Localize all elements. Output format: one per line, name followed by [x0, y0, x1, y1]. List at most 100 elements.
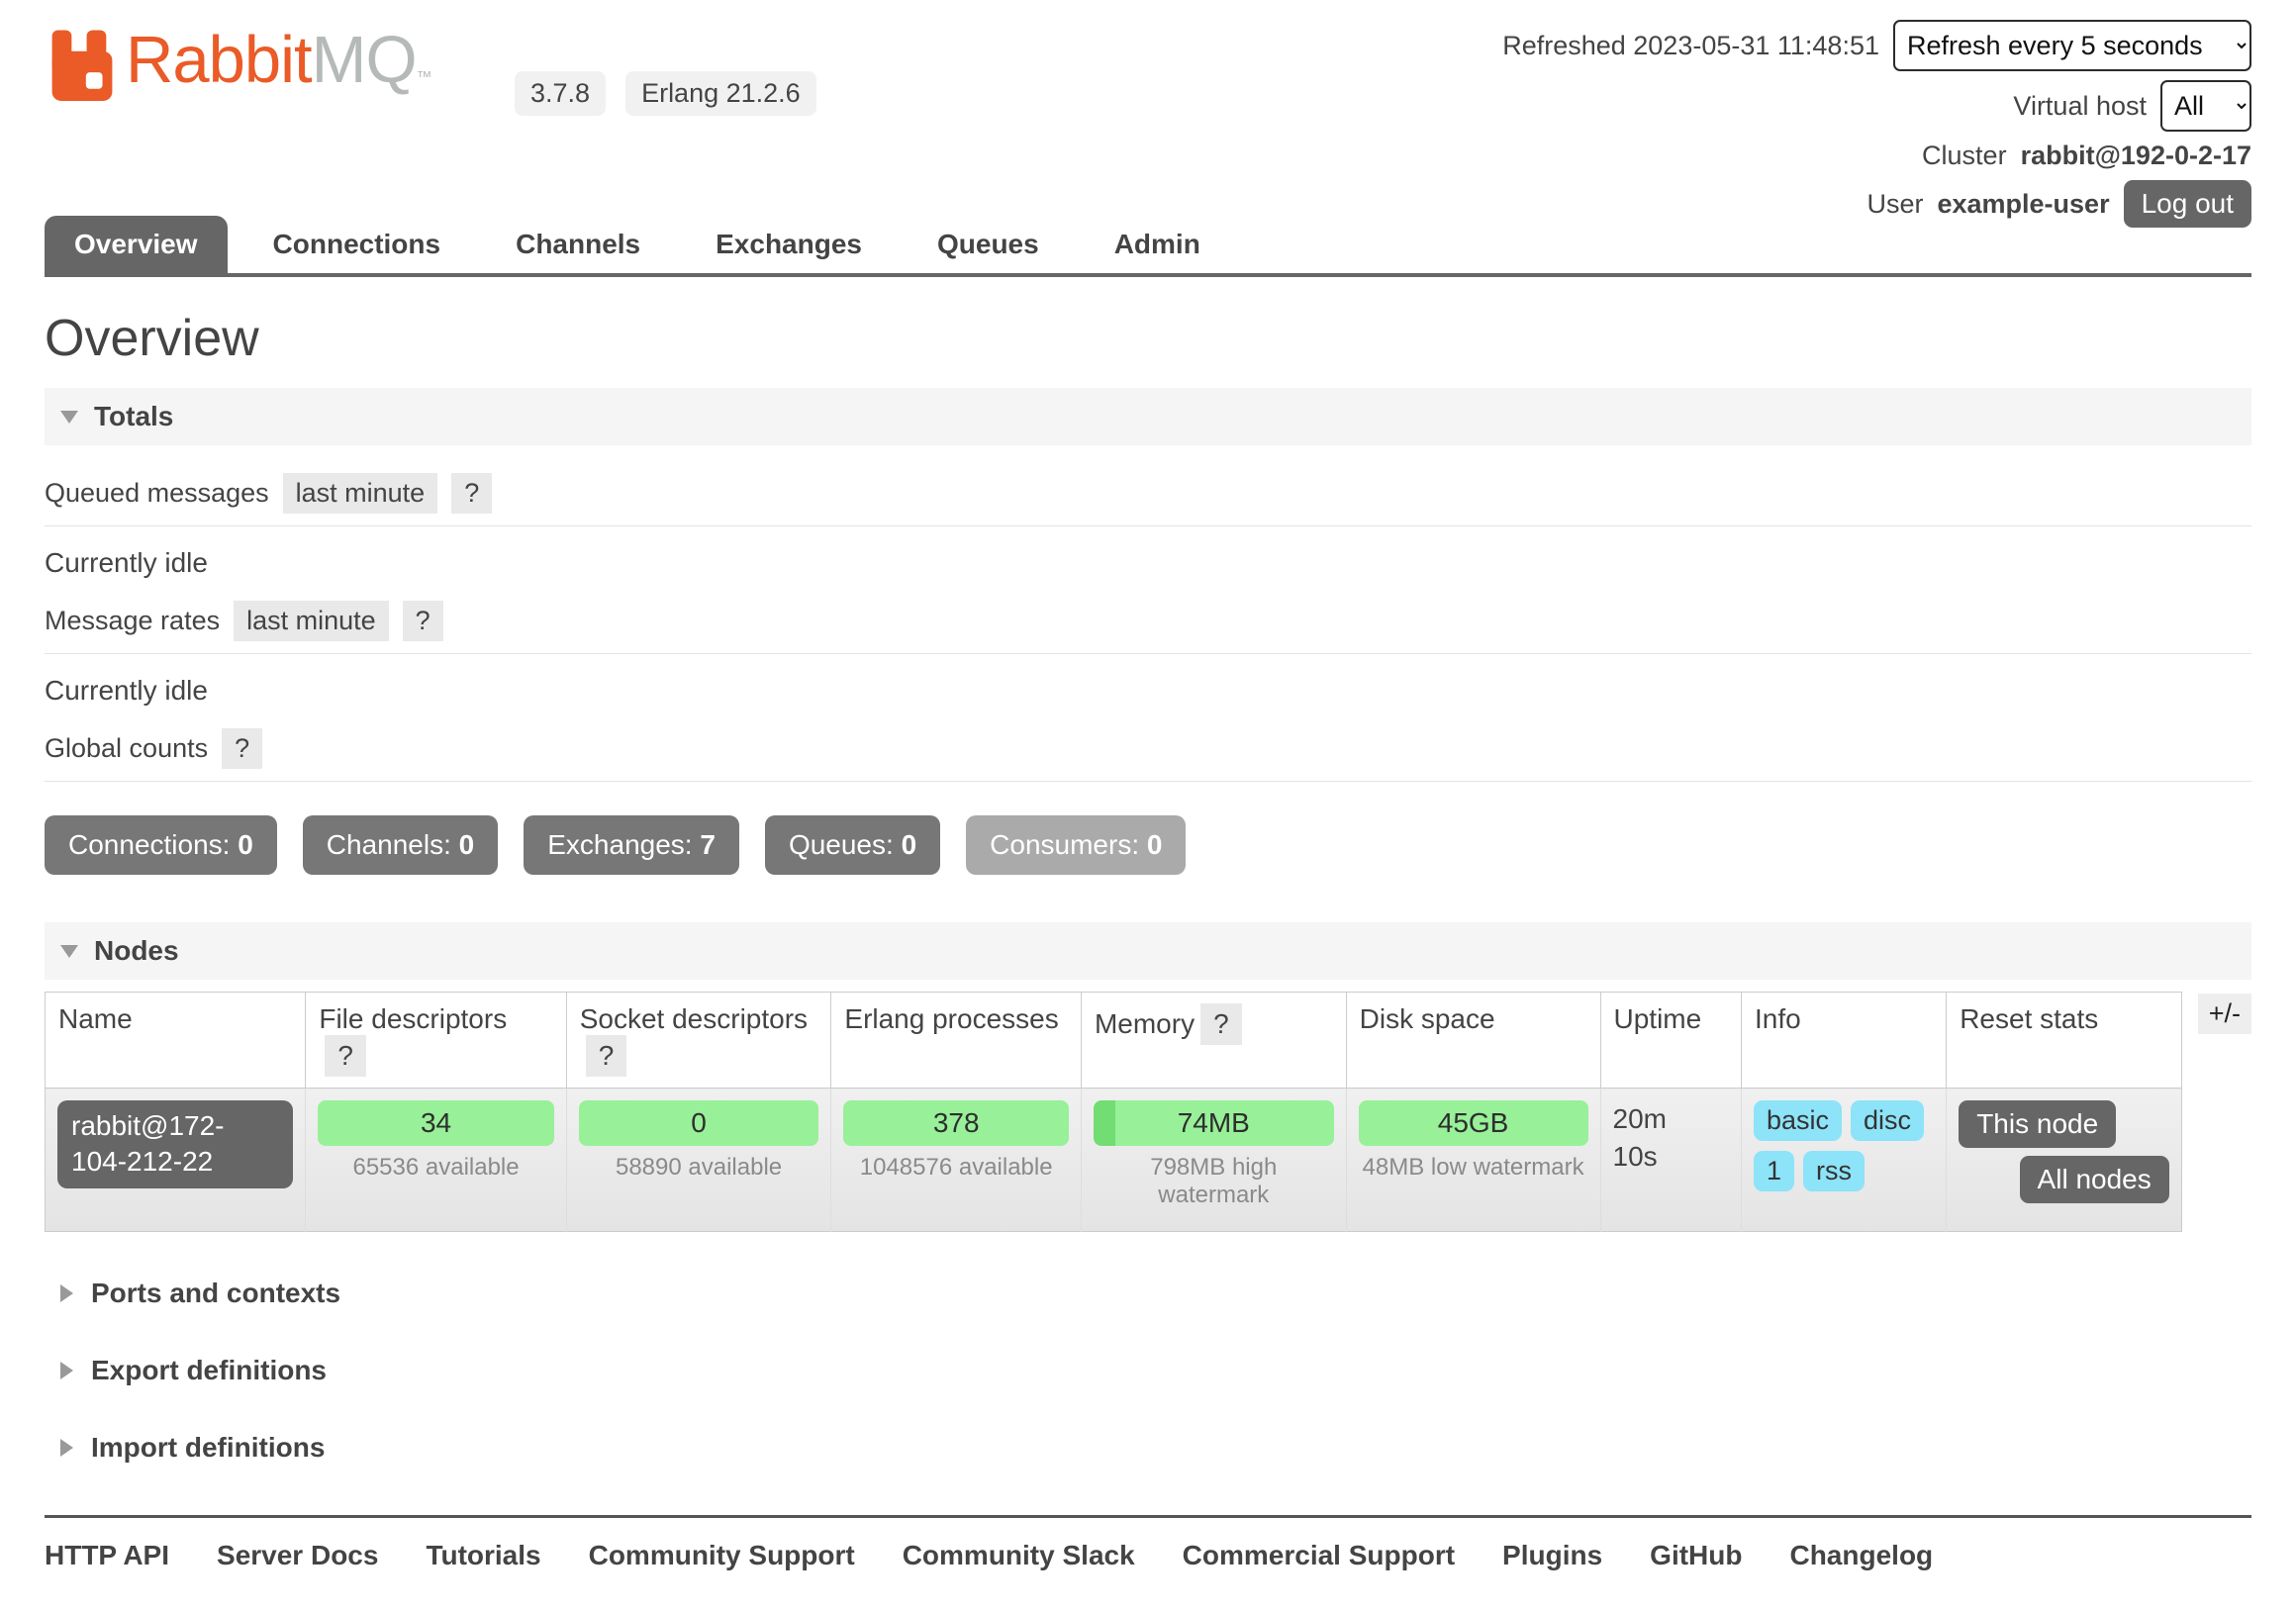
refresh-interval-select[interactable]: Refresh every 5 seconds — [1893, 20, 2251, 71]
footer-link-community-support[interactable]: Community Support — [589, 1540, 855, 1571]
info-cell: basicdisc1rss — [1741, 1089, 1946, 1232]
column-toggle-button[interactable]: +/- — [2198, 994, 2251, 1034]
footer-link-http-api[interactable]: HTTP API — [45, 1540, 169, 1571]
col-uptime: Uptime — [1600, 993, 1741, 1089]
export-definitions-section[interactable]: Export definitions — [45, 1355, 2251, 1386]
tab-overview[interactable]: Overview — [45, 216, 228, 273]
message-rates-idle-text: Currently idle — [45, 675, 2251, 707]
reset-all-nodes-button[interactable]: All nodes — [2020, 1156, 2169, 1203]
virtual-host-select[interactable]: All — [2160, 80, 2251, 132]
global-counts-buttons: Connections: 0 Channels: 0 Exchanges: 7 … — [45, 815, 2251, 875]
exchanges-count-button[interactable]: Exchanges: 7 — [524, 815, 739, 875]
memory-help-icon[interactable]: ? — [1200, 1003, 1242, 1045]
col-name: Name — [46, 993, 306, 1089]
reset-this-node-button[interactable]: This node — [1959, 1100, 2116, 1148]
footer-link-commercial-support[interactable]: Commercial Support — [1183, 1540, 1455, 1571]
tab-exchanges[interactable]: Exchanges — [686, 216, 892, 273]
file-descriptors-help-icon[interactable]: ? — [325, 1035, 366, 1077]
erlang-processes-cell: 378 1048576 available — [831, 1089, 1082, 1232]
tab-channels[interactable]: Channels — [486, 216, 670, 273]
import-definitions-section[interactable]: Import definitions — [45, 1432, 2251, 1464]
nodes-table: Name File descriptors? Socket descriptor… — [45, 992, 2182, 1232]
footer-link-github[interactable]: GitHub — [1650, 1540, 1742, 1571]
col-file-descriptors: File descriptors? — [306, 993, 566, 1089]
col-socket-descriptors: Socket descriptors? — [566, 993, 831, 1089]
user-name: example-user — [1937, 189, 2109, 220]
node-row: rabbit@172-104-212-22 34 65536 available… — [46, 1089, 2182, 1232]
nodes-section-header[interactable]: Nodes — [45, 922, 2251, 980]
logo-trademark: ™ — [417, 69, 431, 86]
reset-stats-cell: This node All nodes — [1947, 1089, 2182, 1232]
message-rates-range-toggle[interactable]: last minute — [234, 601, 389, 641]
channels-count-button[interactable]: Channels: 0 — [303, 815, 498, 875]
logo-wordmark: RabbitMQ™ — [126, 26, 431, 95]
version-badges: 3.7.8 Erlang 21.2.6 — [515, 71, 816, 116]
file-descriptors-cell: 34 65536 available — [306, 1089, 566, 1232]
import-definitions-label: Import definitions — [91, 1432, 325, 1464]
header-right: Refreshed 2023-05-31 11:48:51 Refresh ev… — [1502, 20, 2251, 228]
footer-links: HTTP API Server Docs Tutorials Community… — [45, 1540, 2251, 1571]
footer-link-plugins[interactable]: Plugins — [1502, 1540, 1602, 1571]
ports-and-contexts-section[interactable]: Ports and contexts — [45, 1278, 2251, 1309]
global-counts-help-icon[interactable]: ? — [222, 728, 262, 769]
info-badge-basic: basic — [1754, 1100, 1842, 1141]
uptime-cell: 20m 10s — [1600, 1089, 1741, 1232]
erlang-processes-bar: 378 — [843, 1100, 1069, 1146]
logo-text-mq: MQ — [312, 23, 417, 97]
rabbitmq-logo[interactable]: RabbitMQ™ — [45, 26, 431, 107]
file-descriptors-detail: 65536 available — [318, 1154, 553, 1182]
message-rates-label: Message rates — [45, 606, 220, 636]
col-reset-stats: Reset stats — [1947, 993, 2182, 1089]
queued-messages-help-icon[interactable]: ? — [451, 473, 492, 514]
nodes-table-wrap: Name File descriptors? Socket descriptor… — [45, 992, 2251, 1232]
export-definitions-label: Export definitions — [91, 1355, 327, 1386]
file-descriptors-bar: 34 — [318, 1100, 553, 1146]
footer-link-community-slack[interactable]: Community Slack — [903, 1540, 1135, 1571]
page-title: Overview — [45, 309, 2251, 368]
logo-text-rabbit: Rabbit — [126, 23, 312, 97]
totals-section-title: Totals — [94, 401, 173, 432]
memory-detail: 798MB high watermark — [1094, 1154, 1334, 1209]
tab-admin[interactable]: Admin — [1085, 216, 1230, 273]
col-info: Info — [1741, 993, 1946, 1089]
connections-count-button[interactable]: Connections: 0 — [45, 815, 277, 875]
footer: HTTP API Server Docs Tutorials Community… — [45, 1515, 2251, 1611]
version-badge: 3.7.8 — [515, 71, 606, 116]
footer-link-tutorials[interactable]: Tutorials — [426, 1540, 540, 1571]
totals-section-header[interactable]: Totals — [45, 388, 2251, 445]
memory-bar: 74MB — [1094, 1100, 1334, 1146]
consumers-count-button[interactable]: Consumers: 0 — [966, 815, 1186, 875]
global-counts-label: Global counts — [45, 733, 208, 764]
node-name-link[interactable]: rabbit@172-104-212-22 — [57, 1100, 293, 1188]
socket-descriptors-help-icon[interactable]: ? — [586, 1035, 627, 1077]
footer-link-server-docs[interactable]: Server Docs — [217, 1540, 378, 1571]
tab-connections[interactable]: Connections — [243, 216, 471, 273]
socket-descriptors-bar: 0 — [579, 1100, 819, 1146]
nodes-section-title: Nodes — [94, 935, 179, 967]
footer-link-changelog[interactable]: Changelog — [1789, 1540, 1933, 1571]
main-content: Overview Totals Queued messages last min… — [0, 309, 2296, 1464]
cluster-label: Cluster — [1922, 141, 2007, 171]
message-rates-row: Message rates last minute ? — [45, 587, 2251, 654]
disk-space-detail: 48MB low watermark — [1359, 1154, 1588, 1182]
message-rates-help-icon[interactable]: ? — [403, 601, 443, 641]
col-memory: Memory? — [1081, 993, 1346, 1089]
rabbitmq-logo-icon — [45, 26, 120, 107]
erlang-version-badge: Erlang 21.2.6 — [625, 71, 816, 116]
expand-arrow-icon — [60, 1362, 73, 1379]
erlang-processes-detail: 1048576 available — [843, 1154, 1069, 1182]
socket-descriptors-cell: 0 58890 available — [566, 1089, 831, 1232]
virtual-host-label: Virtual host — [2013, 91, 2147, 122]
socket-descriptors-detail: 58890 available — [579, 1154, 819, 1182]
uptime-minutes: 20m — [1613, 1100, 1729, 1138]
queued-messages-range-toggle[interactable]: last minute — [283, 473, 438, 514]
queues-count-button[interactable]: Queues: 0 — [765, 815, 940, 875]
logout-button[interactable]: Log out — [2124, 180, 2251, 228]
col-erlang-processes: Erlang processes — [831, 993, 1082, 1089]
tab-queues[interactable]: Queues — [908, 216, 1069, 273]
nodes-table-header-row: Name File descriptors? Socket descriptor… — [46, 993, 2182, 1089]
memory-used-segment — [1094, 1100, 1115, 1146]
info-badge-count: 1 — [1754, 1151, 1794, 1191]
expand-arrow-icon — [60, 1439, 73, 1457]
node-name-cell: rabbit@172-104-212-22 — [46, 1089, 306, 1232]
